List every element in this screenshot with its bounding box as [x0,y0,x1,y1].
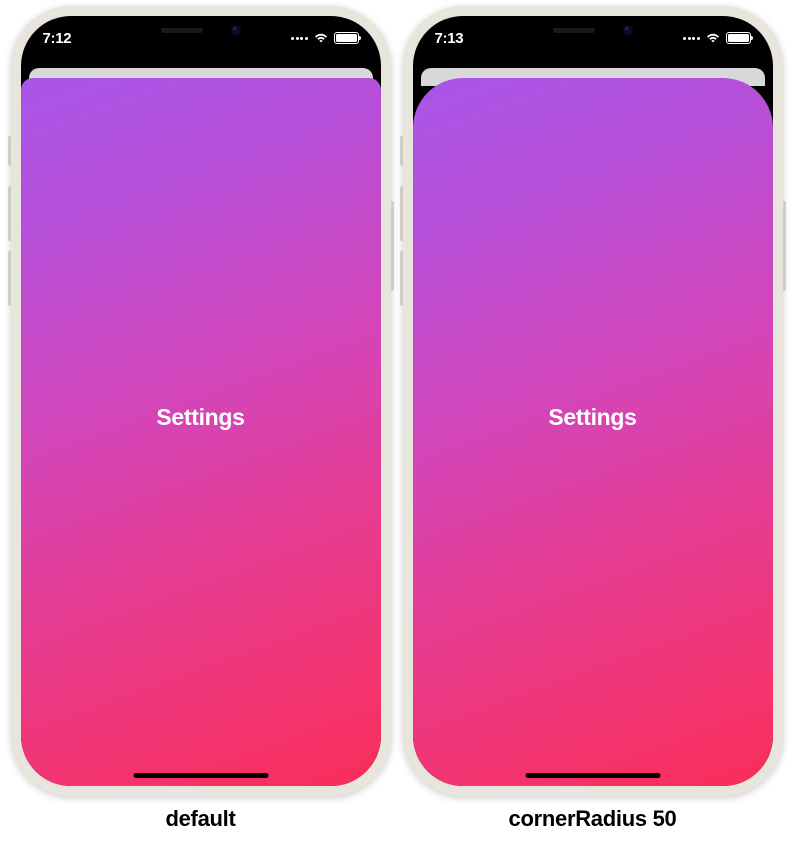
home-indicator[interactable] [525,773,660,778]
speaker-grille [553,28,595,33]
phone-frame: 7:13 Settings [403,6,783,796]
signal-icon [683,37,700,40]
power-button [783,201,786,291]
wifi-icon [313,32,329,44]
power-button [391,201,394,291]
phones-comparison-row: 7:12 Settings [11,6,783,832]
speaker-grille [161,28,203,33]
battery-icon [334,32,359,44]
caption-label: default [165,806,235,832]
home-indicator[interactable] [133,773,268,778]
modal-title: Settings [548,404,636,431]
front-camera [231,25,241,35]
status-icons [291,32,359,44]
status-time: 7:12 [43,30,72,47]
signal-icon [291,37,308,40]
wifi-icon [705,32,721,44]
front-camera [623,25,633,35]
phone-screen: 7:13 Settings [413,16,773,786]
notch [126,16,276,44]
modal-title: Settings [156,404,244,431]
modal-sheet[interactable]: Settings [413,78,773,786]
phone-screen: 7:12 Settings [21,16,381,786]
phone-frame: 7:12 Settings [11,6,391,796]
phone-wrapper-cr50: 7:13 Settings [403,6,783,832]
status-time: 7:13 [435,30,464,47]
notch [518,16,668,44]
status-icons [683,32,751,44]
modal-sheet[interactable]: Settings [21,78,381,786]
battery-icon [726,32,751,44]
caption-label: cornerRadius 50 [509,806,677,832]
phone-wrapper-default: 7:12 Settings [11,6,391,832]
